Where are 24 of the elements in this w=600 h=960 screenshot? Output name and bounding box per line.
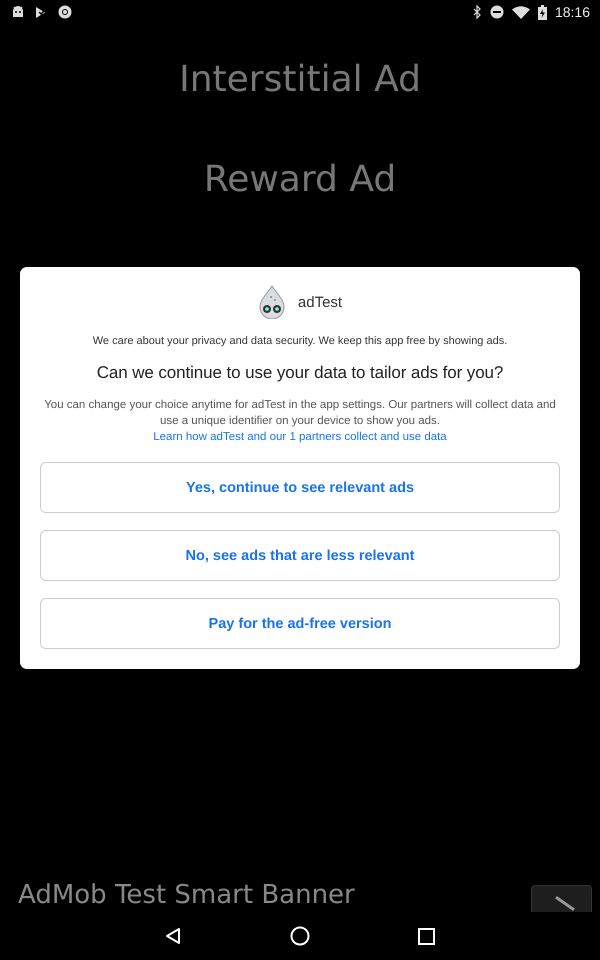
play-store-icon [35,6,48,18]
learn-more-link[interactable]: Learn how adTest and our 1 partners collect and use data [153,431,447,443]
chrome-icon [58,5,72,19]
intro-text: We care about your privacy and data security. We keep this app free by showing ads. [92,335,508,347]
consent-question: Can we continue to use your data to tailor ads for you? [96,363,504,383]
android-icon [11,6,25,18]
choice-button[interactable]: Pay for the ad-free version [40,598,560,649]
do-not-disturb-icon [490,5,504,19]
menu-item[interactable]: Interstitial Ad [179,56,421,104]
back-icon[interactable] [164,927,182,945]
choice-button[interactable]: Yes, continue to see relevant ads [40,462,560,513]
edit-button[interactable] [531,885,592,912]
wifi-icon [512,6,530,18]
recents-icon[interactable] [418,928,434,944]
app-name: adTest [298,294,342,310]
choice-button[interactable]: No, see ads that are less relevant [40,530,560,581]
consent-description: You can change your choice anytime for adTest in the app settings. Our partners will collect data and use a unique identifier on your device to show you ads. Learn how adTest and our 1 partners collect and use data [43,398,557,445]
battery-icon [538,4,547,20]
bluetooth-icon [472,5,482,19]
clock-time: 18:16 [554,4,590,20]
menu-item[interactable]: Reward Ad [204,156,396,204]
banner-text: AdMob Test Smart Banner [18,880,355,910]
app-logo-icon [258,285,286,319]
home-icon[interactable] [290,926,310,946]
